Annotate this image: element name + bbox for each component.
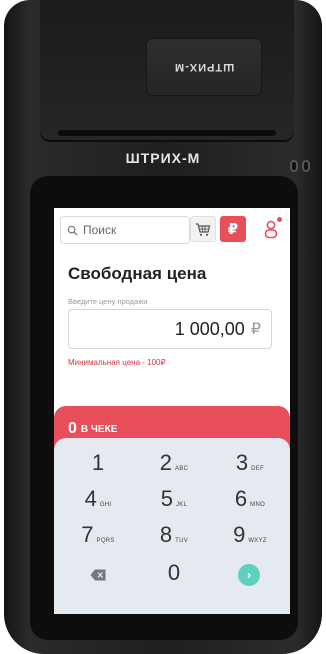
key-3[interactable]: 3 DEF	[216, 446, 284, 480]
key-letters: JKL	[176, 502, 188, 508]
chevron-right-icon: ›	[247, 568, 251, 582]
price-hint: Введите цену продажи	[68, 297, 148, 306]
user-button[interactable]	[258, 216, 284, 242]
key-letters: TUV	[175, 538, 189, 544]
key-letters: ABC	[175, 466, 189, 472]
search-placeholder: Поиск	[83, 223, 117, 237]
key-0[interactable]: 0	[140, 556, 208, 590]
key-7[interactable]: 7 PQRS	[64, 518, 132, 552]
confirm-button[interactable]: ›	[238, 564, 260, 586]
terminal-screen: Поиск ₽ Свободная цена Введите цену прод…	[54, 208, 290, 614]
paper-slot	[58, 130, 276, 136]
free-price-button[interactable]: ₽	[220, 216, 246, 242]
top-bar: Поиск ₽	[54, 208, 290, 252]
cart-button[interactable]	[190, 216, 216, 242]
min-price-note: Минимальная цена - 100₽	[68, 358, 166, 367]
receipt-count: 0	[68, 420, 77, 437]
key-6[interactable]: 6 MNO	[216, 482, 284, 516]
key-digit: 7	[81, 522, 94, 547]
key-digit: 8	[159, 522, 173, 547]
key-letters: WXYZ	[248, 538, 267, 544]
key-letters: GHI	[99, 502, 112, 508]
key-letters: PQRS	[96, 538, 115, 544]
page-title: Свободная цена	[68, 264, 207, 283]
search-field[interactable]: Поиск	[60, 216, 190, 244]
device-brand: ШТРИХ-М	[125, 150, 201, 166]
price-input[interactable]: 1 000,00 ₽	[68, 309, 272, 349]
camera-icon	[290, 160, 298, 172]
key-digit: 3	[235, 450, 249, 475]
cart-icon	[196, 222, 211, 236]
key-digit: 9	[233, 522, 246, 547]
key-digit: 4	[84, 486, 97, 511]
key-4[interactable]: 4 GHI	[64, 482, 132, 516]
backspace-button[interactable]	[84, 562, 112, 588]
price-value: 1 000,00	[174, 318, 245, 339]
ruble-icon: ₽	[227, 221, 239, 238]
receipt-label: В ЧЕКЕ	[80, 423, 118, 435]
key-digit: 1	[91, 450, 105, 475]
key-1[interactable]: 1	[64, 446, 132, 480]
sensor-icon	[302, 160, 310, 172]
key-8[interactable]: 8 TUV	[140, 518, 208, 552]
key-2[interactable]: 2 ABC	[140, 446, 208, 480]
key-digit: 6	[234, 486, 248, 511]
key-digit: 5	[160, 486, 173, 511]
key-digit: 2	[159, 450, 172, 475]
key-letters: MNO	[250, 502, 266, 508]
currency-symbol: ₽	[250, 321, 261, 338]
numeric-keypad: 1 2 ABC 3 DEF 4 GHI 5 JKL 6 MNO 7 PQRS 8…	[54, 438, 290, 614]
backspace-icon	[90, 569, 106, 581]
key-9[interactable]: 9 WXYZ	[216, 518, 284, 552]
key-letters: DEF	[251, 466, 265, 472]
cover-brand-label: ШТРИХ-М	[173, 61, 235, 73]
notification-dot	[277, 217, 282, 222]
receipt-printer: ШТРИХ-М	[40, 0, 294, 142]
key-digit: 0	[167, 560, 181, 585]
search-icon	[67, 225, 78, 236]
printer-cover: ШТРИХ-М	[146, 38, 262, 96]
key-5[interactable]: 5 JKL	[140, 482, 208, 516]
user-icon	[264, 220, 278, 239]
